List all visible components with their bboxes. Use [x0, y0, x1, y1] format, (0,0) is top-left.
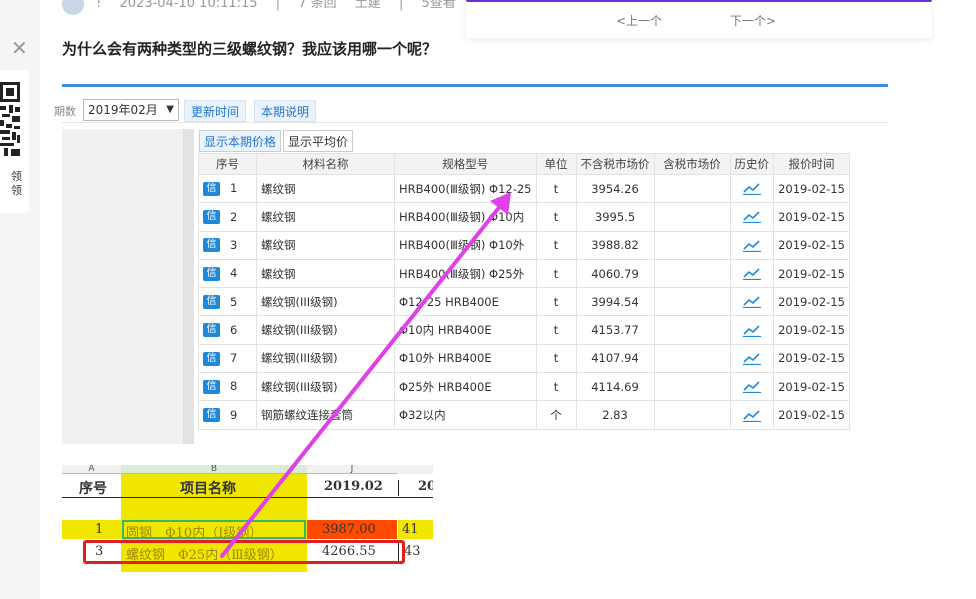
annotation-arrow: [220, 192, 511, 558]
